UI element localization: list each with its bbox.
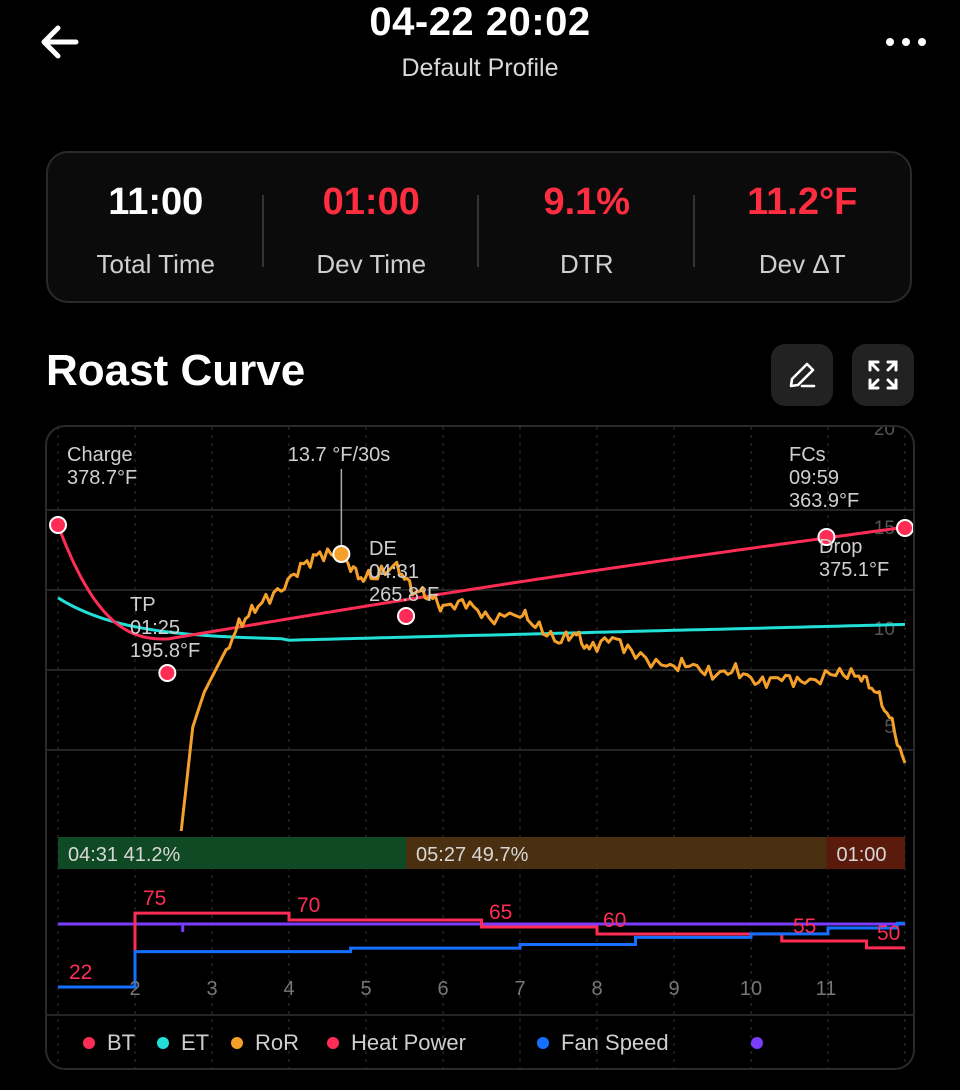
axis-tick-x: 3 xyxy=(206,978,217,1000)
legend-label: Heat Power xyxy=(351,1030,466,1055)
ror-line xyxy=(179,547,907,832)
heat-power-label: 60 xyxy=(603,909,626,932)
stat-value: 9.1% xyxy=(543,181,631,223)
event-label-de: 04:31 xyxy=(369,561,419,583)
heat-power-label: 70 xyxy=(297,894,320,917)
axis-tick-right: 10 xyxy=(874,619,895,640)
event-label-drop: 375.1°F xyxy=(819,559,889,581)
ror-peak-marker xyxy=(332,545,351,563)
stat-dev-delta-t: 11.2°F Dev ΔT xyxy=(695,153,911,301)
heat-power-label: 55 xyxy=(793,915,816,938)
ror-peak-label: 13.7 °F/30s xyxy=(288,444,391,466)
axis-tick-x: 7 xyxy=(514,978,525,1000)
stat-label: Dev ΔT xyxy=(758,249,846,279)
stat-label: Dev Time xyxy=(316,249,427,279)
event-label-de: 265.8°F xyxy=(369,584,439,606)
axis-tick-x: 8 xyxy=(591,978,602,1000)
bt-line xyxy=(56,524,906,641)
event-label-drop: Drop xyxy=(819,536,862,558)
event-label-tp: 195.8°F xyxy=(130,640,200,662)
pencil-icon xyxy=(789,362,816,388)
phase-label: 01:00 xyxy=(836,844,886,866)
stat-dtr: 9.1% DTR xyxy=(479,153,695,301)
legend-label: BT xyxy=(107,1030,135,1055)
heat-power-label: 75 xyxy=(143,887,166,910)
fullscreen-button[interactable] xyxy=(852,344,914,406)
stat-value: 01:00 xyxy=(322,181,420,223)
page-title: 04-22 20:02 xyxy=(369,0,591,44)
section-title: Roast Curve xyxy=(46,346,306,395)
event-marker-de xyxy=(397,607,416,625)
stat-value: 11:00 xyxy=(108,181,204,223)
event-label-charge: 378.7°F xyxy=(67,467,137,489)
event-label-tp: 01:25 xyxy=(130,617,180,639)
roast-stats-card: 11:00 Total Time 01:00 Dev Time 9.1% DTR… xyxy=(46,151,912,303)
legend-label: ET xyxy=(181,1030,209,1055)
axis-tick-x: 2 xyxy=(129,978,140,1000)
event-marker-charge xyxy=(49,516,67,534)
event-label-fcs: 363.9°F xyxy=(789,490,859,512)
axis-tick-x: 6 xyxy=(437,978,448,1000)
profile-name: Default Profile xyxy=(401,54,559,82)
more-button[interactable] xyxy=(878,22,934,62)
heat-power-label: 22 xyxy=(69,961,92,984)
legend-swatch xyxy=(157,1037,169,1049)
legend-swatch xyxy=(751,1037,763,1049)
more-dots-icon xyxy=(886,38,926,46)
fan-speed-line xyxy=(58,921,905,989)
event-label-de: DE xyxy=(369,538,397,560)
stat-total-time: 11:00 Total Time xyxy=(48,153,264,301)
roast-curve-chart[interactable]: 20 15 10 5 13.7 °F/30s Charge 378.7°F TP 01:25 19… xyxy=(45,425,915,1070)
axis-tick-x: 10 xyxy=(740,978,762,1000)
event-label-tp: TP xyxy=(130,594,156,616)
heat-power-label: 50 xyxy=(877,922,900,945)
edit-button[interactable] xyxy=(771,344,833,406)
event-label-fcs: FCs xyxy=(789,444,826,466)
stat-value: 11.2°F xyxy=(747,181,858,223)
legend-swatch xyxy=(231,1037,243,1049)
event-marker-tp xyxy=(158,664,177,682)
legend-swatch xyxy=(537,1037,549,1049)
axis-tick-x: 5 xyxy=(360,978,371,1000)
axis-tick-x: 9 xyxy=(668,978,679,1000)
legend-label: Fan Speed xyxy=(561,1030,669,1055)
stat-dev-time: 01:00 Dev Time xyxy=(264,153,479,301)
roast-curve-svg: 201510513.7 °F/30sCharge378.7°FTP01:2519… xyxy=(47,427,913,1068)
phase-label: 04:31 41.2% xyxy=(68,844,181,866)
phase-label: 05:27 49.7% xyxy=(416,844,529,866)
expand-icon xyxy=(868,360,898,390)
axis-tick-x: 4 xyxy=(283,978,294,1000)
heat-power-label: 65 xyxy=(489,901,512,924)
event-label-charge: Charge xyxy=(67,444,133,466)
stat-label: Total Time xyxy=(96,249,216,279)
axis-tick-right: 20 xyxy=(874,427,895,440)
legend-label: RoR xyxy=(255,1030,299,1055)
axis-tick-x: 11 xyxy=(816,978,837,1000)
legend-swatch xyxy=(83,1037,95,1049)
event-label-fcs: 09:59 xyxy=(789,467,839,489)
legend-swatch xyxy=(327,1037,339,1049)
stat-label: DTR xyxy=(560,249,614,279)
event-marker-drop xyxy=(896,519,913,537)
